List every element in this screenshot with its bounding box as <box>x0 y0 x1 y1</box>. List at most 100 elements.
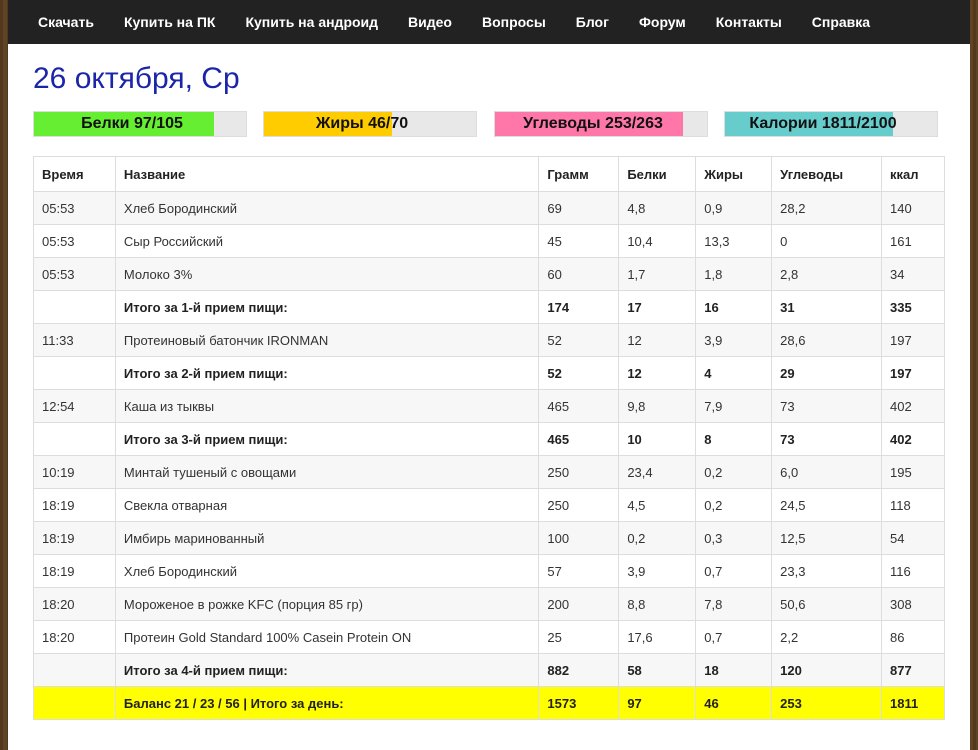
table-cell: 18 <box>695 653 773 687</box>
table-cell: 86 <box>881 620 945 654</box>
table-cell: 18:19 <box>33 521 116 555</box>
table-row[interactable]: 11:33 Протеиновый батончик IRONMAN 52 12 3,9… <box>33 323 945 357</box>
column-header: Жиры <box>695 156 773 192</box>
table-cell: 6,0 <box>771 455 883 489</box>
table-cell: 1573 <box>538 686 620 720</box>
table-row[interactable]: 18:19 Имбирь маринованный 100 0,2 0,3 12,5 54 <box>33 521 945 555</box>
table-cell: 197 <box>881 323 945 357</box>
column-header: Углеводы <box>771 156 883 192</box>
table-cell: Хлеб Бородинский <box>114 191 540 225</box>
table-cell: Минтай тушеный с овощами <box>114 455 540 489</box>
table-cell: 0,9 <box>695 191 773 225</box>
table-cell: Итого за 2-й прием пищи: <box>114 356 540 390</box>
table-cell: 100 <box>538 521 620 555</box>
table-row[interactable]: 12:54 Каша из тыквы 465 9,8 7,9 73 402 <box>33 389 945 423</box>
meal-subtotal-row: Итого за 2-й прием пищи: 52 12 4 29 197 <box>33 356 945 390</box>
table-cell <box>33 422 116 456</box>
nav-link-0[interactable]: Скачать <box>38 14 94 30</box>
table-cell: 13,3 <box>695 224 773 258</box>
table-cell: 4 <box>695 356 773 390</box>
table-cell: Молоко 3% <box>114 257 540 291</box>
table-cell: 250 <box>538 455 620 489</box>
nav-link-7[interactable]: Контакты <box>716 14 782 30</box>
progress-label: Углеводы 253/263 <box>523 115 663 132</box>
table-cell <box>33 653 116 687</box>
table-cell: 1,8 <box>695 257 773 291</box>
main-content: 26 октября, Ср Белки 97/105 Жиры 46/70 Угл… <box>8 44 970 750</box>
table-cell: 1,7 <box>618 257 697 291</box>
table-cell: 73 <box>771 389 883 423</box>
nav-link-4[interactable]: Вопросы <box>482 14 546 30</box>
table-cell: 12,5 <box>771 521 883 555</box>
nav-link-1[interactable]: Купить на ПК <box>124 14 216 30</box>
table-cell: 25 <box>538 620 620 654</box>
page-title: 26 октября, Ср <box>33 62 240 95</box>
table-cell: 23,3 <box>771 554 883 588</box>
progress-bar-3: Калории 1811/2100 <box>724 111 938 137</box>
progress-bar-1: Жиры 46/70 <box>263 111 477 137</box>
nav-link-6[interactable]: Форум <box>639 14 686 30</box>
table-cell: 18:19 <box>33 554 116 588</box>
table-row[interactable]: 10:19 Минтай тушеный с овощами 250 23,4 0,2 6… <box>33 455 945 489</box>
table-cell: 3,9 <box>618 554 697 588</box>
table-cell: Итого за 4-й прием пищи: <box>114 653 540 687</box>
top-nav: Скачать Купить на ПК Купить на андроид Виде… <box>8 0 970 44</box>
nav-link-5[interactable]: Блог <box>576 14 609 30</box>
daily-total-row: Баланс 21 / 23 / 56 | Итого за день: 1573… <box>33 686 945 720</box>
table-row[interactable]: 05:53 Молоко 3% 60 1,7 1,8 2,8 34 <box>33 257 945 291</box>
table-cell: 2,8 <box>771 257 883 291</box>
table-header-row: Время Название Грамм Белки Жиры Углеводы ккал <box>33 156 945 192</box>
table-cell: 402 <box>881 422 945 456</box>
table-row[interactable]: 18:20 Протеин Gold Standard 100% Casein P… <box>33 620 945 654</box>
table-cell: 308 <box>881 587 945 621</box>
nav-link-2[interactable]: Купить на андроид <box>245 14 378 30</box>
table-cell: 46 <box>695 686 773 720</box>
table-cell: 465 <box>538 389 620 423</box>
table-cell: 73 <box>771 422 883 456</box>
table-cell: 69 <box>538 191 620 225</box>
progress-label: Калории 1811/2100 <box>749 115 897 132</box>
table-cell: 0 <box>771 224 883 258</box>
table-cell: 18:20 <box>33 587 116 621</box>
table-cell: 4,5 <box>618 488 697 522</box>
meal-subtotal-row: Итого за 1-й прием пищи: 174 17 16 31 335 <box>33 290 945 324</box>
table-cell: 12:54 <box>33 389 116 423</box>
table-cell: 140 <box>881 191 945 225</box>
progress-label: Жиры 46/70 <box>315 115 409 132</box>
table-cell: 11:33 <box>33 323 116 357</box>
nav-link-3[interactable]: Видео <box>408 14 452 30</box>
nav-link-8[interactable]: Справка <box>812 14 870 30</box>
table-cell: 45 <box>538 224 620 258</box>
table-cell: 174 <box>538 290 620 324</box>
column-header: Название <box>114 156 540 192</box>
column-header: ккал <box>881 156 945 192</box>
progress-label: Белки 97/105 <box>81 115 183 132</box>
table-cell: Свекла отварная <box>114 488 540 522</box>
table-row[interactable]: 18:19 Хлеб Бородинский 57 3,9 0,7 23,3 116 <box>33 554 945 588</box>
table-cell: 1811 <box>881 686 945 720</box>
table-cell: 8 <box>695 422 773 456</box>
table-cell: 18:19 <box>33 488 116 522</box>
table-cell: 2,2 <box>771 620 883 654</box>
table-cell: 54 <box>881 521 945 555</box>
table-row[interactable]: 05:53 Сыр Российский 45 10,4 13,3 0 161 <box>33 224 945 258</box>
table-cell: 28,6 <box>771 323 883 357</box>
table-row[interactable]: 18:19 Свекла отварная 250 4,5 0,2 24,5 118 <box>33 488 945 522</box>
progress-bar-2: Углеводы 253/263 <box>494 111 708 137</box>
table-cell: 52 <box>538 323 620 357</box>
table-cell: Сыр Российский <box>114 224 540 258</box>
table-row[interactable]: 18:20 Мороженое в рожке KFC (порция 85 гр… <box>33 587 945 621</box>
table-cell: 402 <box>881 389 945 423</box>
table-cell: 60 <box>538 257 620 291</box>
table-row[interactable]: 05:53 Хлеб Бородинский 69 4,8 0,9 28,2 140 <box>33 191 945 225</box>
table-cell: Имбирь маринованный <box>114 521 540 555</box>
table-cell: 05:53 <box>33 191 116 225</box>
table-cell: 34 <box>881 257 945 291</box>
table-cell: 50,6 <box>771 587 883 621</box>
table-cell: 10:19 <box>33 455 116 489</box>
table-cell: 118 <box>881 488 945 522</box>
table-cell: 12 <box>618 323 697 357</box>
table-cell: 18:20 <box>33 620 116 654</box>
table-cell: 335 <box>881 290 945 324</box>
table-cell: 24,5 <box>771 488 883 522</box>
